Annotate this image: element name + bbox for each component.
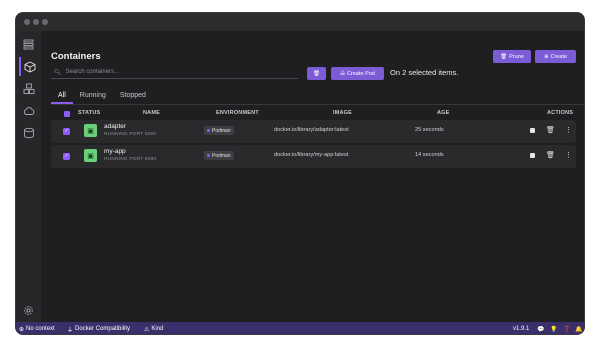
container-running-icon: ▣	[84, 124, 97, 137]
app-window: Containers 🗑 Prune ⊕ Create 🔍︎ Search cont…	[15, 12, 585, 335]
kebab-menu-icon[interactable]: ⋮	[565, 151, 572, 159]
stop-icon[interactable]	[530, 153, 535, 158]
container-image: docker.io/library/adapter:latest	[274, 127, 349, 133]
delete-icon[interactable]: 🗑	[546, 151, 555, 159]
context-label: No context	[26, 326, 55, 332]
column-status[interactable]: STATUS	[78, 110, 100, 116]
help-icon[interactable]: ❓	[563, 326, 570, 333]
prune-button[interactable]: 🗑 Prune	[493, 50, 531, 63]
container-age: 25 seconds	[415, 127, 444, 133]
environment-badge: Podman	[204, 126, 234, 135]
plus-circle-icon: ⊕	[543, 53, 549, 60]
select-all-checkbox[interactable]	[64, 111, 70, 117]
row-checkbox[interactable]: ✓	[63, 128, 70, 135]
prune-label: Prune	[509, 53, 524, 60]
search-placeholder: Search containers...	[65, 69, 119, 75]
column-image[interactable]: IMAGE	[333, 110, 352, 116]
tab-bar: All Running Stopped	[51, 89, 153, 105]
table-row[interactable]: ✓ ▣ my-app RUNNING PORT 8080 Podman dock…	[51, 145, 576, 168]
column-environment[interactable]: ENVIRONMENT	[216, 110, 259, 116]
tab-all[interactable]: All	[51, 89, 73, 104]
version-label: v1.9.1	[513, 326, 530, 332]
environment-label: Podman	[212, 127, 231, 134]
create-label: Create	[550, 53, 568, 60]
settings-gear-icon[interactable]	[19, 301, 38, 320]
tab-divider	[51, 104, 584, 105]
context-status[interactable]: ⊕ No context	[19, 326, 55, 333]
container-port: PORT 8080	[129, 157, 157, 162]
plug-icon: ⏚	[67, 327, 74, 334]
sidebar	[16, 31, 41, 322]
tab-running[interactable]: Running	[73, 89, 113, 104]
trash-icon: 🗑	[500, 53, 508, 60]
warning-icon: ⚠	[144, 326, 150, 333]
trash-icon: 🗑	[313, 70, 320, 77]
container-state-port: RUNNING PORT 5000	[104, 132, 156, 137]
container-name[interactable]: adapter	[104, 123, 126, 130]
search-icon: 🔍︎	[54, 69, 62, 76]
selection-text: On 2 selected items.	[390, 68, 459, 77]
container-age: 14 seconds	[415, 152, 444, 158]
kind-label: Kind	[151, 326, 164, 332]
page-title: Containers	[51, 51, 101, 62]
container-running-icon: ▣	[84, 149, 97, 162]
containers-icon[interactable]	[19, 57, 38, 76]
title-bar	[16, 13, 584, 31]
container-port: PORT 5000	[129, 132, 157, 137]
pods-icon[interactable]	[19, 79, 38, 98]
context-circle-icon: ⊕	[19, 326, 25, 333]
container-name[interactable]: my-app	[104, 148, 126, 155]
container-image: docker.io/library/my-app:latest	[274, 152, 349, 158]
podman-dot-icon	[207, 129, 210, 132]
lightbulb-icon[interactable]: 💡	[550, 326, 557, 333]
environment-badge: Podman	[204, 151, 234, 160]
volumes-icon[interactable]	[19, 123, 38, 142]
container-state: RUNNING	[104, 157, 128, 162]
docker-compat-status[interactable]: ⏚ Docker Compatibility	[67, 325, 130, 334]
minimize-window-dot[interactable]	[33, 19, 39, 25]
create-button[interactable]: ⊕ Create	[535, 50, 576, 63]
maximize-window-dot[interactable]	[42, 19, 48, 25]
table-row[interactable]: ✓ ▣ adapter RUNNING PORT 5000 Podman doc…	[51, 120, 576, 143]
row-checkbox[interactable]: ✓	[63, 153, 70, 160]
delete-icon[interactable]: 🗑	[546, 126, 555, 134]
container-state: RUNNING	[104, 132, 128, 137]
podman-dot-icon	[207, 154, 210, 157]
column-name[interactable]: NAME	[143, 110, 160, 116]
dashboard-icon[interactable]	[19, 35, 38, 54]
column-age[interactable]: AGE	[437, 110, 450, 116]
kebab-menu-icon[interactable]: ⋮	[565, 126, 572, 134]
status-bar: ⊕ No context ⏚ Docker Compatibility ⚠ Kind …	[16, 322, 584, 334]
close-window-dot[interactable]	[24, 19, 30, 25]
kind-status[interactable]: ⚠ Kind	[144, 326, 163, 333]
environment-label: Podman	[212, 152, 231, 159]
create-pod-label: Create Pod	[347, 70, 375, 77]
search-input[interactable]: 🔍︎ Search containers...	[51, 66, 298, 79]
container-state-port: RUNNING PORT 8080	[104, 157, 156, 162]
main-content: Containers 🗑 Prune ⊕ Create 🔍︎ Search cont…	[41, 31, 584, 322]
column-actions: ACTIONS	[547, 110, 574, 116]
pod-icon: ⧋	[340, 70, 346, 76]
docker-compat-label: Docker Compatibility	[75, 326, 131, 332]
delete-selected-button[interactable]: 🗑	[307, 67, 326, 80]
stop-icon[interactable]	[530, 128, 535, 133]
tab-stopped[interactable]: Stopped	[113, 89, 153, 104]
create-pod-button[interactable]: ⧋ Create Pod	[331, 67, 384, 80]
cloud-icon[interactable]	[19, 101, 38, 120]
chat-icon[interactable]: 💬	[537, 326, 544, 333]
bell-icon[interactable]: 🔔	[575, 326, 582, 333]
